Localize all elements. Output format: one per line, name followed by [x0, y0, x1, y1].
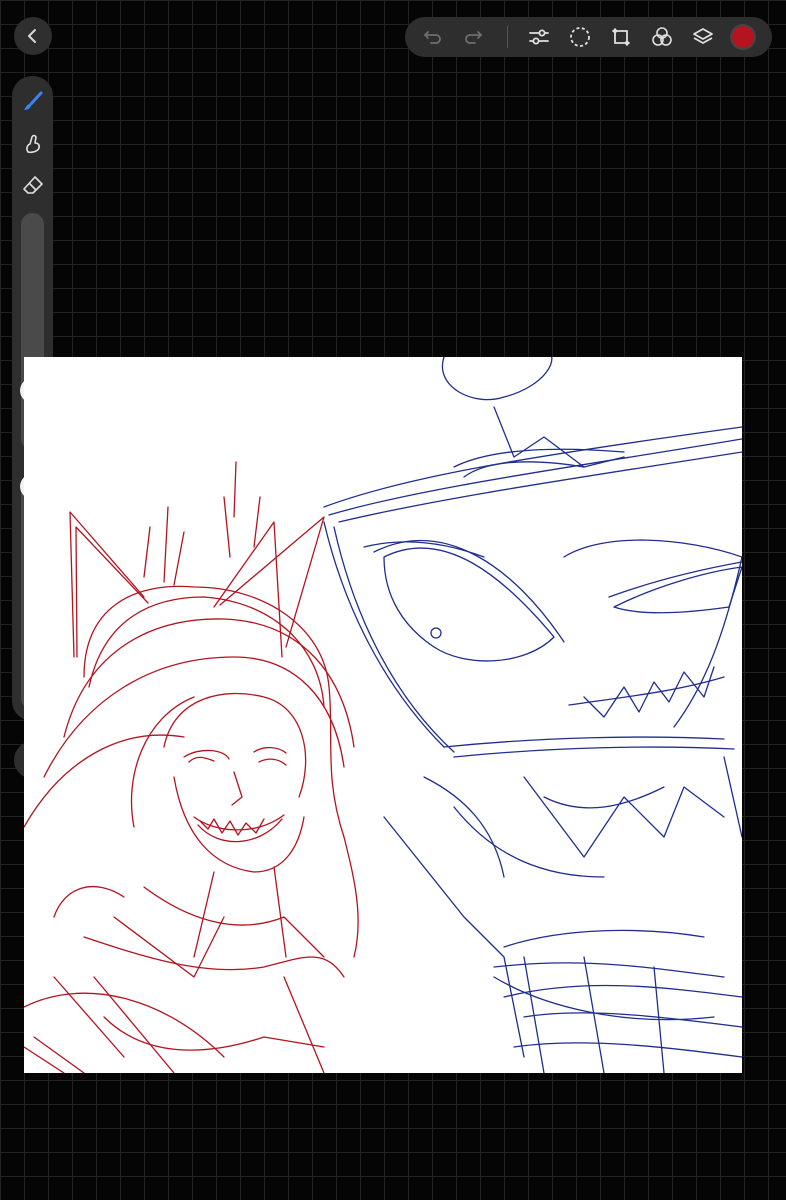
- adjustments-icon[interactable]: [527, 25, 551, 49]
- brush-icon[interactable]: [21, 90, 45, 114]
- blue-sketch: [323, 357, 742, 1073]
- color-swatch[interactable]: [732, 26, 754, 48]
- red-sketch: [24, 461, 359, 1073]
- sketch-artwork: [24, 357, 742, 1073]
- eraser-icon[interactable]: [21, 173, 45, 197]
- back-chevron-icon: [28, 29, 36, 43]
- transform-icon[interactable]: [609, 25, 633, 49]
- back-button[interactable]: [14, 17, 52, 55]
- top-toolbar: [405, 17, 772, 57]
- selection-icon[interactable]: [568, 25, 592, 49]
- drawing-canvas[interactable]: [24, 357, 742, 1073]
- toolbar-divider: [507, 26, 508, 48]
- smudge-icon[interactable]: [21, 132, 45, 156]
- redo-icon[interactable]: [461, 25, 485, 49]
- layers-icon[interactable]: [691, 25, 715, 49]
- color-blend-icon[interactable]: [650, 25, 674, 49]
- undo-icon[interactable]: [421, 25, 445, 49]
